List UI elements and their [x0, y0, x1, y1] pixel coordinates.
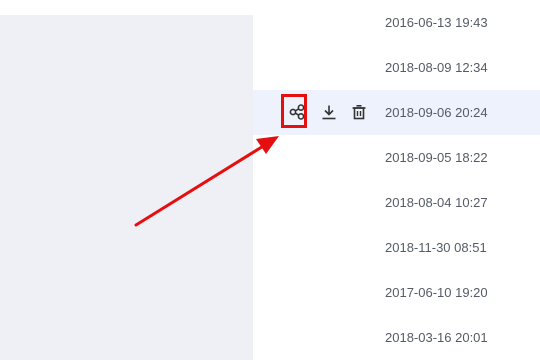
file-modified-date: 2017-06-10 19:20 — [385, 285, 488, 300]
file-row[interactable]: 2018-11-30 08:51 — [253, 225, 540, 270]
share-button[interactable] — [285, 100, 309, 124]
file-row[interactable]: 2018-08-04 10:27 — [253, 180, 540, 225]
file-modified-date: 2018-09-05 18:22 — [385, 150, 488, 165]
share-icon — [289, 104, 305, 120]
file-modified-date: 2018-09-06 20:24 — [385, 105, 488, 120]
delete-button[interactable] — [347, 100, 371, 124]
download-icon — [322, 105, 336, 120]
file-row[interactable]: 2018-09-05 18:22 — [253, 135, 540, 180]
file-modified-date: 2016-06-13 19:43 — [385, 15, 488, 30]
file-row[interactable]: 2018-08-09 12:34 — [253, 45, 540, 90]
file-row[interactable]: 2016-06-13 19:43 — [253, 0, 540, 45]
file-modified-date: 2018-08-09 12:34 — [385, 60, 488, 75]
file-modified-date: 2018-11-30 08:51 — [385, 240, 487, 255]
trash-icon — [352, 104, 366, 120]
file-modified-date: 2018-03-16 20:01 — [385, 330, 488, 345]
row-actions — [282, 90, 376, 135]
file-row[interactable]: 2017-06-10 19:20 — [253, 270, 540, 315]
download-button[interactable] — [317, 100, 341, 124]
left-panel — [0, 15, 253, 360]
file-list: 2016-06-13 19:43 2018-08-09 12:34 2018-0… — [253, 0, 540, 360]
file-row-hovered[interactable]: 2018-09-06 20:24 — [253, 90, 540, 135]
file-row[interactable]: 2018-03-16 20:01 — [253, 315, 540, 360]
file-modified-date: 2018-08-04 10:27 — [385, 195, 488, 210]
